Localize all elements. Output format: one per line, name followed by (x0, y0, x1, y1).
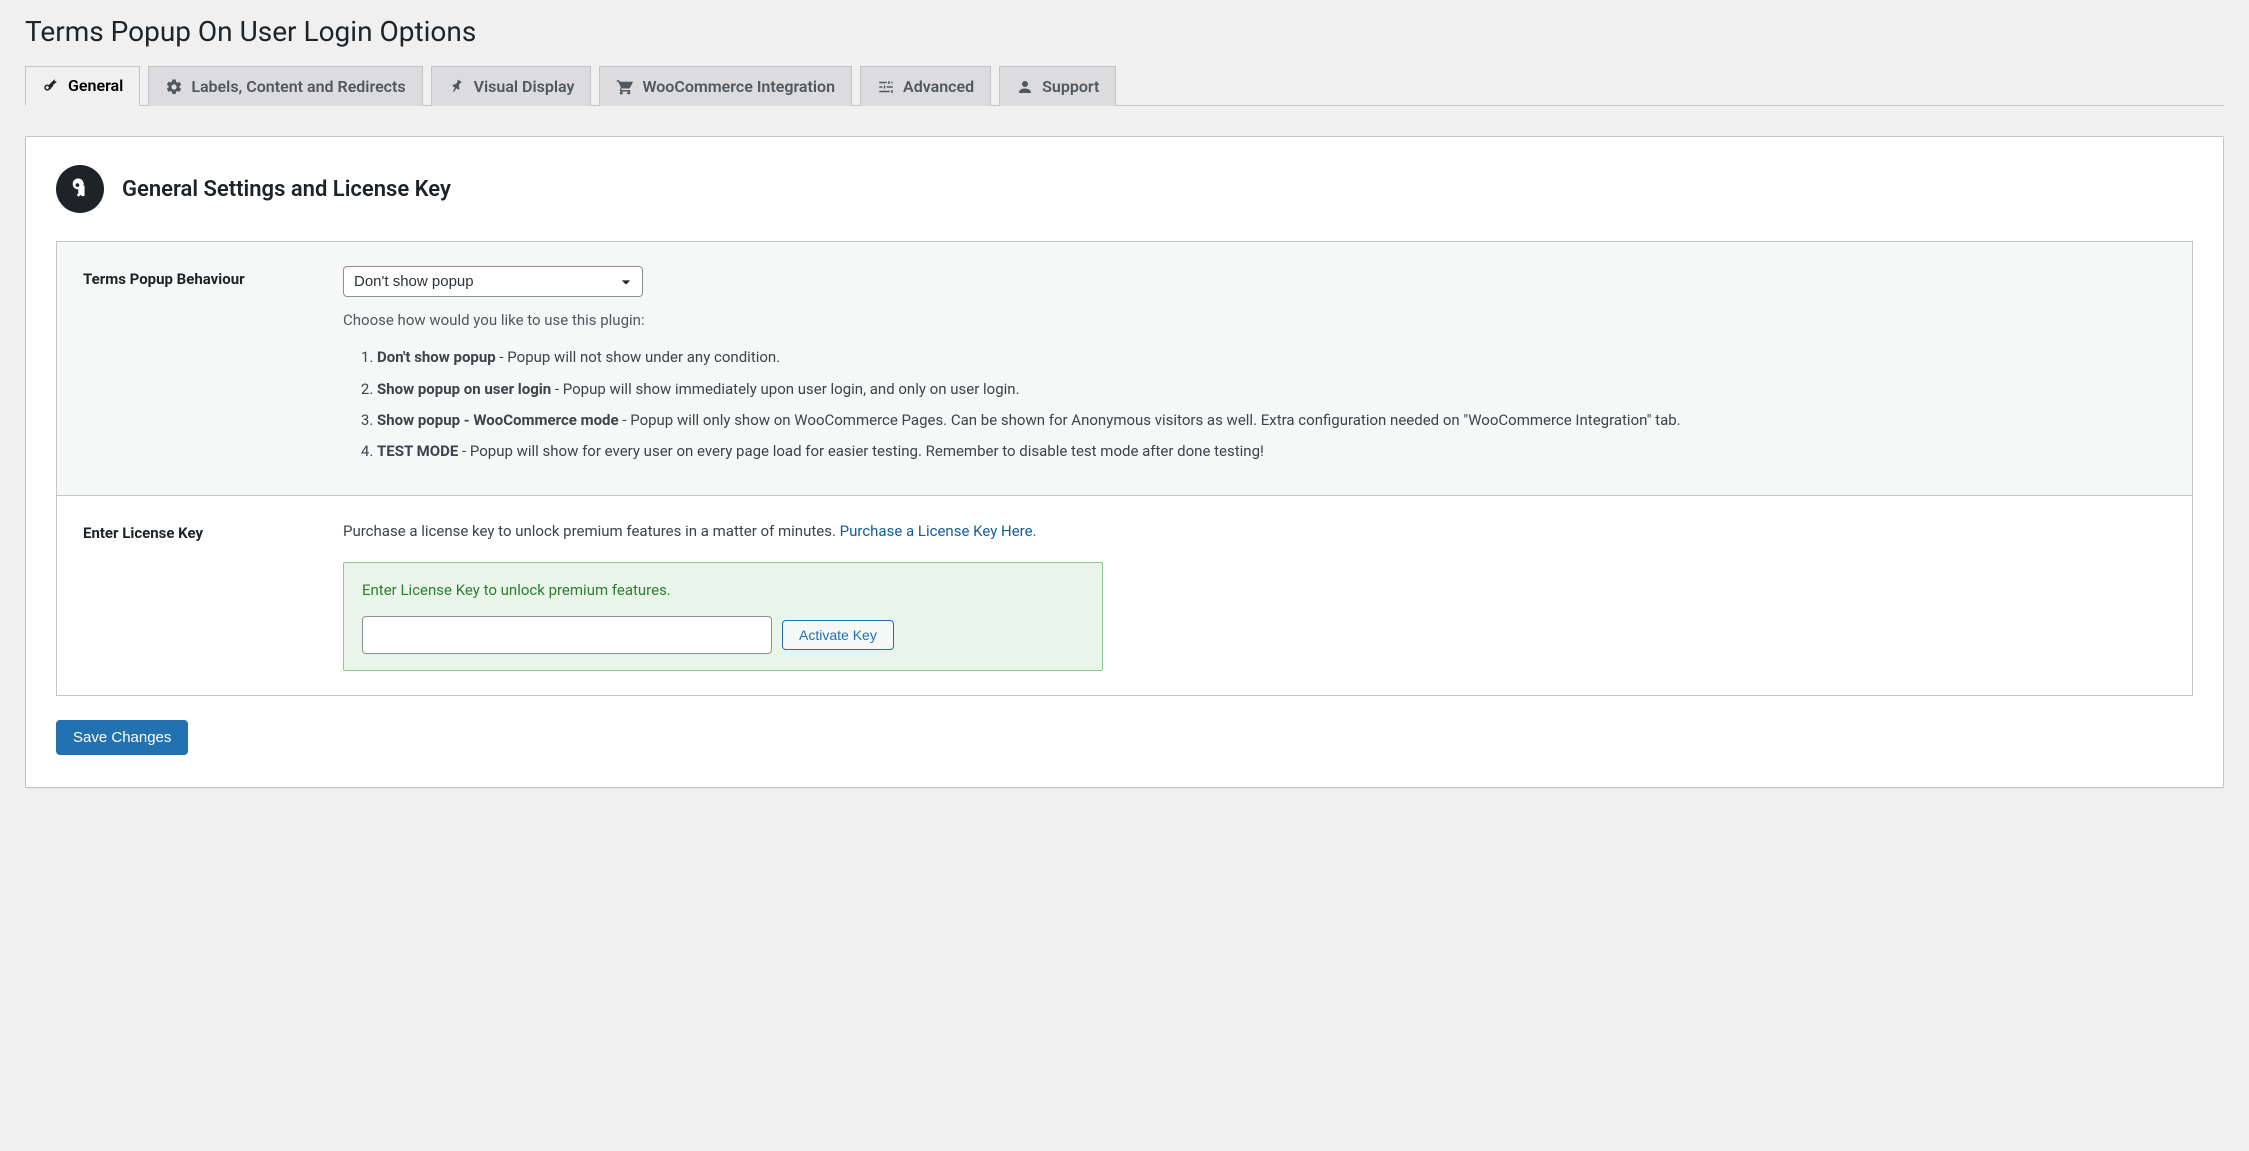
behaviour-option: Show popup on user login - Popup will sh… (377, 378, 2166, 401)
settings-panel: General Settings and License Key Terms P… (25, 136, 2224, 788)
key-icon (42, 77, 60, 95)
tab-label: Visual Display (474, 79, 575, 95)
section-title: General Settings and License Key (122, 177, 451, 202)
key-icon (56, 165, 104, 213)
behaviour-option-desc: - Popup will only show on WooCommerce Pa… (619, 411, 1681, 429)
tab-label: WooCommerce Integration (642, 79, 835, 95)
behaviour-option-desc: - Popup will show for every user on ever… (458, 442, 1264, 460)
behaviour-option: TEST MODE - Popup will show for every us… (377, 440, 2166, 463)
tab-labels-content-and-redirects[interactable]: Labels, Content and Redirects (148, 66, 422, 106)
tab-visual-display[interactable]: Visual Display (431, 66, 592, 106)
license-label: Enter License Key (83, 520, 343, 671)
tab-advanced[interactable]: Advanced (860, 66, 991, 106)
user-icon (1016, 78, 1034, 96)
tab-label: General (68, 78, 123, 94)
license-row: Enter License Key Purchase a license key… (57, 495, 2192, 695)
behaviour-option-name: Show popup on user login (377, 380, 551, 398)
cart-icon (616, 78, 634, 96)
section-header: General Settings and License Key (56, 165, 2193, 213)
license-purchase-link[interactable]: Purchase a License Key Here. (840, 522, 1037, 540)
behaviour-option-name: Show popup - WooCommerce mode (377, 411, 619, 429)
behaviour-label: Terms Popup Behaviour (83, 266, 343, 471)
license-purchase-prefix: Purchase a license key to unlock premium… (343, 522, 840, 540)
behaviour-option: Show popup - WooCommerce mode - Popup wi… (377, 409, 2166, 432)
tab-bar: General Labels, Content and Redirects Visu… (25, 66, 2224, 106)
license-box-message: Enter License Key to unlock premium feat… (362, 579, 1084, 602)
activate-key-button[interactable]: Activate Key (782, 620, 894, 650)
behaviour-option-name: Don't show popup (377, 348, 496, 366)
behaviour-option-name: TEST MODE (377, 442, 458, 460)
sliders-icon (877, 78, 895, 96)
behaviour-row: Terms Popup Behaviour Don't show popupSh… (57, 242, 2192, 495)
tab-label: Advanced (903, 79, 974, 95)
license-box: Enter License Key to unlock premium feat… (343, 562, 1103, 671)
tab-general[interactable]: General (25, 66, 140, 106)
gear-icon (165, 78, 183, 96)
save-changes-button[interactable]: Save Changes (56, 720, 188, 755)
tab-support[interactable]: Support (999, 66, 1116, 106)
form-card: Terms Popup Behaviour Don't show popupSh… (56, 241, 2193, 696)
tab-label: Support (1042, 79, 1099, 95)
behaviour-option-desc: - Popup will show immediately upon user … (551, 380, 1019, 398)
behaviour-option: Don't show popup - Popup will not show u… (377, 346, 2166, 369)
license-key-input[interactable] (362, 616, 772, 654)
license-purchase-line: Purchase a license key to unlock premium… (343, 520, 2166, 543)
tab-woocommerce-integration[interactable]: WooCommerce Integration (599, 66, 852, 106)
tab-label: Labels, Content and Redirects (191, 79, 405, 95)
page-title: Terms Popup On User Login Options (25, 0, 2224, 58)
behaviour-option-desc: - Popup will not show under any conditio… (496, 348, 780, 366)
behaviour-hint: Choose how would you like to use this pl… (343, 309, 2166, 332)
behaviour-list: Don't show popup - Popup will not show u… (377, 346, 2166, 463)
pin-icon (448, 78, 466, 96)
behaviour-select[interactable]: Don't show popupShow popup on user login… (343, 266, 643, 297)
